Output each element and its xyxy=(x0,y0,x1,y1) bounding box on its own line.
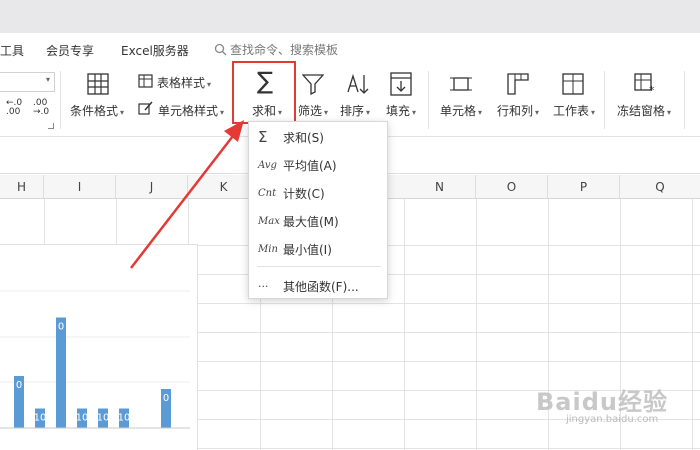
more-icon: ··· xyxy=(258,279,269,293)
grid-line xyxy=(692,199,693,450)
title-strip xyxy=(0,0,700,33)
chart-data-label: 0 xyxy=(163,393,169,404)
sum-dropdown-menu: Σ 求和(S) Avg 平均值(A) Cnt 计数(C) Max 最大值(M) … xyxy=(248,121,388,299)
chart-data-label: 0 xyxy=(58,322,64,333)
cell-button[interactable]: 单元格 ▾ xyxy=(440,102,482,119)
grid-line xyxy=(404,199,405,450)
menu-item-label: 求和(S) xyxy=(283,130,324,145)
menu-item-more-functions[interactable]: ··· 其他函数(F)... xyxy=(249,272,387,300)
baidu-watermark-url: jingyan.baidu.com xyxy=(566,414,659,425)
conditional-format-icon xyxy=(87,73,109,95)
sigma-icon: Σ xyxy=(258,128,268,146)
avg-icon: Avg xyxy=(258,159,277,171)
min-icon: Min xyxy=(258,243,278,255)
column-header-p[interactable]: P xyxy=(548,175,620,199)
decrease-decimal-button[interactable]: ←.0.00 xyxy=(6,99,22,117)
column-header-q[interactable]: Q xyxy=(620,175,700,199)
chart-data-label: 10 xyxy=(118,413,131,424)
menu-item-count[interactable]: Cnt 计数(C) xyxy=(249,179,387,207)
grid-line xyxy=(476,199,477,450)
column-header-h[interactable]: H xyxy=(0,175,44,199)
menu-item-min[interactable]: Min 最小值(I) xyxy=(249,235,387,263)
sort-icon xyxy=(347,73,369,94)
cnt-icon: Cnt xyxy=(258,187,277,199)
table-style-button[interactable]: 表格样式 ▾ xyxy=(157,74,211,91)
menu-bar: 工具 会员专享 Excel服务器 查找命令、搜索模板 xyxy=(0,33,700,65)
search-icon xyxy=(214,43,227,56)
svg-text:*: * xyxy=(649,84,655,95)
column-header-n[interactable]: N xyxy=(404,175,476,199)
column-header-j[interactable]: J xyxy=(116,175,188,199)
menu-item-sum[interactable]: Σ 求和(S) xyxy=(249,123,387,151)
menu-excel-server[interactable]: Excel服务器 xyxy=(121,42,189,59)
menu-item-label: 最大值(M) xyxy=(283,214,339,229)
embedded-chart[interactable]: 0 10 0 10 10 10 0 xyxy=(0,244,198,450)
freeze-panes-icon: * xyxy=(634,73,655,95)
menu-tools[interactable]: 工具 xyxy=(0,42,24,59)
chevron-down-icon: ▾ xyxy=(45,75,50,84)
max-icon: Max xyxy=(258,215,280,227)
chart-data-label: 10 xyxy=(97,413,110,424)
dialog-launcher-icon[interactable] xyxy=(48,123,54,129)
sort-button[interactable]: 排序 ▾ xyxy=(340,102,370,119)
chart-data-label: 0 xyxy=(16,380,22,391)
command-search[interactable]: 查找命令、搜索模板 xyxy=(214,41,338,58)
filter-button[interactable]: 筛选 ▾ xyxy=(298,102,328,119)
menu-item-average[interactable]: Avg 平均值(A) xyxy=(249,151,387,179)
fill-icon xyxy=(390,72,412,96)
baidu-watermark: Baidu经验 xyxy=(536,388,668,416)
chart-bar xyxy=(56,317,66,428)
column-header-i[interactable]: I xyxy=(44,175,116,199)
menu-item-label: 平均值(A) xyxy=(283,158,337,173)
ribbon-separator xyxy=(60,71,61,129)
table-style-icon xyxy=(138,74,153,88)
sum-highlight-box xyxy=(232,61,296,124)
cell-style-icon xyxy=(138,101,153,115)
filter-icon xyxy=(302,74,324,95)
menu-item-label: 其他函数(F)... xyxy=(283,279,359,294)
worksheet-button[interactable]: 工作表 ▾ xyxy=(553,102,595,119)
font-size-select[interactable]: ▾ xyxy=(0,72,55,92)
menu-separator xyxy=(257,266,381,267)
bar-chart: 0 10 0 10 10 10 0 xyxy=(0,290,190,429)
cell-icon xyxy=(450,77,472,91)
ribbon-separator xyxy=(604,71,605,129)
chart-data-label: 10 xyxy=(76,413,89,424)
menu-item-label: 计数(C) xyxy=(283,186,325,201)
cell-style-button[interactable]: 单元格样式 ▾ xyxy=(158,102,224,119)
ribbon-separator xyxy=(428,71,429,129)
rows-columns-icon xyxy=(507,73,529,95)
menu-item-max[interactable]: Max 最大值(M) xyxy=(249,207,387,235)
rows-columns-button[interactable]: 行和列 ▾ xyxy=(497,102,539,119)
search-placeholder: 查找命令、搜索模板 xyxy=(230,43,339,57)
menu-member[interactable]: 会员专享 xyxy=(46,42,94,59)
increase-decimal-button[interactable]: .00 →.0 xyxy=(33,99,49,117)
worksheet-icon xyxy=(562,73,584,95)
conditional-format-button[interactable]: 条件格式 ▾ xyxy=(70,102,124,119)
freeze-panes-button[interactable]: 冻结窗格 ▾ xyxy=(617,102,671,119)
chart-data-label: 10 xyxy=(34,413,47,424)
menu-item-label: 最小值(I) xyxy=(283,242,332,257)
ribbon-separator xyxy=(684,71,685,129)
column-header-o[interactable]: O xyxy=(476,175,548,199)
fill-button[interactable]: 填充 ▾ xyxy=(386,102,416,119)
